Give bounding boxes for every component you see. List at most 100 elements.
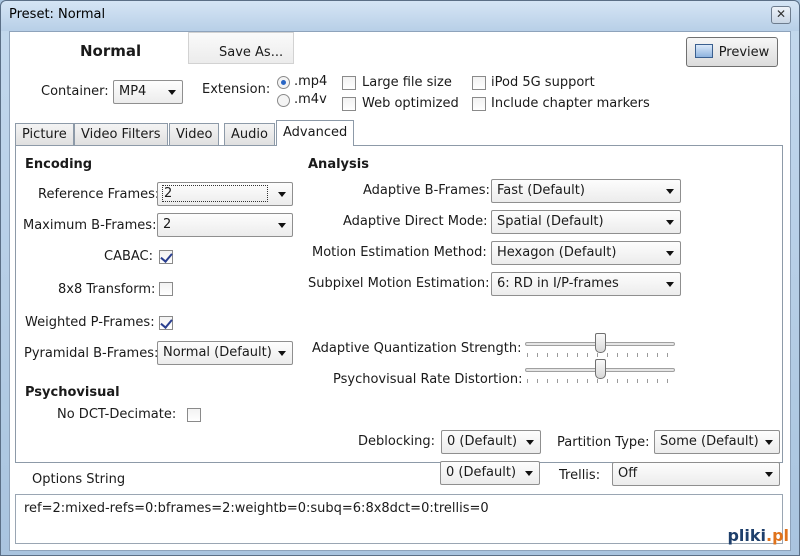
- ref-frames-select[interactable]: 2: [157, 182, 293, 206]
- ext-m4v-label: .m4v: [294, 92, 327, 107]
- adaptive-b-label: Adaptive B-Frames:: [363, 183, 490, 198]
- no-dct-label: No DCT-Decimate:: [57, 407, 177, 422]
- watermark-dot: .pl: [765, 526, 789, 545]
- max-bframes-value: 2: [163, 217, 172, 232]
- large-file-checkbox[interactable]: [342, 76, 356, 90]
- tab-audio[interactable]: Audio: [224, 123, 275, 145]
- deblocking-select-1[interactable]: 0 (Default): [441, 430, 541, 454]
- transform-checkbox[interactable]: [159, 282, 173, 296]
- motion-value: Hexagon (Default): [497, 245, 617, 260]
- tab-advanced[interactable]: Advanced: [276, 120, 355, 146]
- window-title: Preset: Normal: [9, 7, 106, 22]
- psychovisual-title: Psychovisual: [25, 385, 120, 400]
- chapter-markers-checkbox[interactable]: [472, 97, 486, 111]
- container-value: MP4: [119, 84, 147, 99]
- save-as-button[interactable]: Save As...: [188, 32, 294, 64]
- tab-picture[interactable]: Picture: [15, 123, 74, 145]
- weighted-checkbox[interactable]: [159, 316, 173, 330]
- chevron-down-icon: [666, 251, 674, 256]
- ipod-checkbox[interactable]: [472, 76, 486, 90]
- tab-video[interactable]: Video: [169, 123, 220, 145]
- preview-button[interactable]: Preview: [686, 37, 778, 67]
- direct-mode-select[interactable]: Spatial (Default): [491, 210, 681, 234]
- adaptive-b-select[interactable]: Fast (Default): [491, 179, 681, 203]
- pyramidal-select[interactable]: Normal (Default): [157, 341, 293, 365]
- ref-frames-value: 2: [162, 185, 268, 202]
- watermark-logo: pliki.pl: [727, 526, 789, 545]
- pyramidal-value: Normal (Default): [163, 345, 272, 360]
- subpixel-label: Subpixel Motion Estimation:: [308, 276, 490, 291]
- partition-value: Some (Default): [660, 434, 759, 449]
- aq-label: Adaptive Quantization Strength:: [312, 341, 522, 356]
- direct-mode-value: Spatial (Default): [497, 214, 604, 229]
- ref-frames-label: Reference Frames:: [38, 187, 160, 202]
- aq-slider-thumb[interactable]: [594, 333, 606, 353]
- max-bframes-label: Maximum B-Frames:: [23, 218, 157, 233]
- chevron-down-icon: [168, 90, 176, 95]
- aq-slider-ticks: [527, 353, 677, 357]
- partition-label: Partition Type:: [557, 435, 650, 450]
- ipod-label: iPod 5G support: [491, 75, 595, 90]
- chevron-down-icon: [278, 192, 286, 197]
- direct-mode-label: Adaptive Direct Mode:: [343, 214, 488, 229]
- container-label: Container:: [41, 84, 109, 99]
- motion-select[interactable]: Hexagon (Default): [491, 241, 681, 265]
- analysis-title: Analysis: [308, 157, 369, 172]
- watermark-main: pliki: [727, 526, 766, 545]
- extension-label: Extension:: [202, 82, 271, 97]
- preview-icon: [694, 44, 713, 58]
- encoding-title: Encoding: [25, 157, 93, 172]
- subpixel-select[interactable]: 6: RD in I/P-frames: [491, 272, 681, 296]
- pyramidal-label: Pyramidal B-Frames:: [24, 346, 159, 361]
- preset-window: Preset: Normal ✕ Normal Save As... Previ…: [0, 0, 800, 556]
- chevron-down-icon: [765, 472, 773, 477]
- options-string-field[interactable]: ref=2:mixed-refs=0:bframes=2:weightb=0:s…: [15, 494, 783, 544]
- subpixel-value: 6: RD in I/P-frames: [497, 276, 619, 291]
- container-select[interactable]: MP4: [113, 80, 183, 104]
- psy-rd-slider-thumb[interactable]: [594, 359, 606, 379]
- chevron-down-icon: [666, 189, 674, 194]
- psy-rd-label: Psychovisual Rate Distortion:: [333, 372, 523, 387]
- save-as-label: Save As...: [219, 45, 284, 60]
- options-string-label: Options String: [32, 472, 126, 487]
- chevron-down-icon: [666, 282, 674, 287]
- chevron-down-icon: [526, 440, 534, 445]
- chevron-down-icon: [278, 351, 286, 356]
- large-file-label: Large file size: [362, 75, 452, 90]
- tab-video-filters[interactable]: Video Filters: [74, 123, 168, 145]
- ext-m4v-radio[interactable]: [277, 94, 290, 107]
- deblocking-value-1: 0 (Default): [447, 434, 518, 449]
- partition-select[interactable]: Some (Default): [654, 430, 780, 454]
- web-optimized-label: Web optimized: [362, 96, 459, 111]
- cabac-label: CABAC:: [104, 249, 154, 264]
- title-bar[interactable]: Preset: Normal ✕: [1, 1, 799, 31]
- chevron-down-icon: [525, 471, 533, 476]
- chevron-down-icon: [278, 223, 286, 228]
- chevron-down-icon: [666, 220, 674, 225]
- web-optimized-checkbox[interactable]: [342, 97, 356, 111]
- trellis-value: Off: [618, 466, 638, 481]
- trellis-select[interactable]: Off: [612, 462, 780, 486]
- trellis-label: Trellis:: [559, 468, 601, 483]
- weighted-label: Weighted P-Frames:: [25, 315, 155, 330]
- close-button[interactable]: ✕: [771, 6, 791, 24]
- options-string-value: ref=2:mixed-refs=0:bframes=2:weightb=0:s…: [24, 501, 489, 516]
- motion-label: Motion Estimation Method:: [312, 245, 487, 260]
- advanced-panel: Encoding Reference Frames: 2 Maximum B-F…: [15, 145, 783, 463]
- adaptive-b-value: Fast (Default): [497, 183, 585, 198]
- preview-label: Preview: [718, 45, 770, 60]
- deblocking-label: Deblocking:: [358, 434, 435, 449]
- chevron-down-icon: [765, 440, 773, 445]
- ext-mp4-label: .mp4: [294, 74, 328, 89]
- transform-label: 8x8 Transform:: [58, 282, 156, 297]
- deblocking-value-2: 0 (Default): [446, 465, 517, 480]
- max-bframes-select[interactable]: 2: [157, 213, 293, 237]
- psy-rd-slider-ticks: [527, 379, 677, 383]
- chapter-markers-label: Include chapter markers: [491, 96, 650, 111]
- client-area: Normal Save As... Preview Container: MP4…: [9, 31, 791, 551]
- deblocking-select-2[interactable]: 0 (Default): [440, 461, 540, 485]
- no-dct-checkbox[interactable]: [187, 408, 201, 422]
- preset-name: Normal: [80, 42, 142, 60]
- ext-mp4-radio[interactable]: [277, 76, 290, 89]
- cabac-checkbox[interactable]: [159, 250, 173, 264]
